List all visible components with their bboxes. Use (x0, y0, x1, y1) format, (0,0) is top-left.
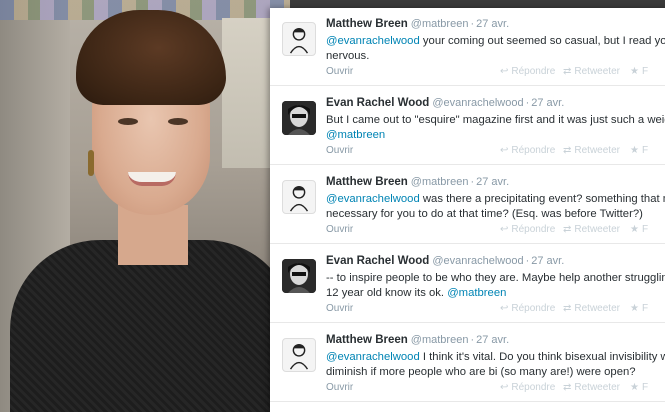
author-handle[interactable]: @evanrachelwood (432, 255, 523, 267)
tweet-timestamp[interactable]: 27 avr. (531, 255, 564, 267)
tweet-text-line: nervous. (326, 50, 370, 62)
twitter-conversation-panel: Matthew Breen @matbreen · 27 avr. @evanrach… (270, 8, 665, 412)
tweet-timestamp[interactable]: 27 avr. (476, 176, 509, 188)
retweet-button[interactable]: ⇄ Retweeter (563, 224, 620, 235)
author-handle[interactable]: @matbreen (411, 176, 469, 188)
tweet-header: Matthew Breen @matbreen · 27 avr. (326, 18, 510, 30)
tweet-item[interactable]: Matthew Breen @matbreen · 27 avr. @evanrach… (270, 324, 665, 402)
tweet-text-line: diminish if more people who are bi (so m… (326, 366, 636, 378)
retweet-icon: ⇄ (563, 66, 572, 77)
open-tweet-link[interactable]: Ouvrir (326, 145, 353, 156)
tweet-timestamp[interactable]: 27 avr. (476, 18, 509, 30)
reply-button[interactable]: ↩ Répondre (500, 382, 555, 393)
tweet-item[interactable]: Matthew Breen @matbreen · 27 avr. @evanrach… (270, 166, 665, 244)
favorite-button[interactable]: ★ F (630, 66, 648, 77)
tweet-actions: Ouvrir ↩ Répondre ⇄ Retweeter ★ F (270, 145, 665, 159)
open-tweet-link[interactable]: Ouvrir (326, 382, 353, 393)
tweet-text: @evanrachelwood I think it's vital. Do y… (326, 350, 665, 380)
reply-icon: ↩ (500, 145, 509, 156)
tweet-text: But I came out to "esquire" magazine fir… (326, 113, 665, 143)
tweet-timestamp[interactable]: 27 avr. (531, 97, 564, 109)
tweet-text: -- to inspire people to be who they are.… (326, 271, 665, 301)
tweet-text-line: But I came out to "esquire" magazine fir… (326, 114, 665, 126)
favorite-button[interactable]: ★ F (630, 145, 648, 156)
sketch-man-avatar[interactable] (282, 338, 316, 372)
tweet-text-line: was there a precipitating event? somethi… (419, 193, 665, 205)
retweet-icon: ⇄ (563, 303, 572, 314)
reply-button[interactable]: ↩ Répondre (500, 66, 555, 77)
star-icon: ★ (630, 382, 639, 393)
tweet-actions: Ouvrir ↩ Répondre ⇄ Retweeter ★ F (270, 224, 665, 238)
author-name[interactable]: Matthew Breen (326, 334, 408, 346)
reply-button[interactable]: ↩ Répondre (500, 303, 555, 314)
tweet-text-line: necessary for you to do at that time? (E… (326, 208, 643, 220)
tweet-header: Evan Rachel Wood @evanrachelwood · 27 avr. (326, 255, 565, 267)
favorite-button[interactable]: ★ F (630, 303, 648, 314)
author-name[interactable]: Evan Rachel Wood (326, 255, 429, 267)
reply-icon: ↩ (500, 382, 509, 393)
open-tweet-link[interactable]: Ouvrir (326, 303, 353, 314)
retweet-icon: ⇄ (563, 382, 572, 393)
reply-icon: ↩ (500, 224, 509, 235)
sketch-man-avatar[interactable] (282, 22, 316, 56)
favorite-button[interactable]: ★ F (630, 224, 648, 235)
mention-link[interactable]: @evanrachelwood (326, 35, 420, 47)
smile (128, 172, 176, 186)
star-icon: ★ (630, 145, 639, 156)
open-tweet-link[interactable]: Ouvrir (326, 66, 353, 77)
reply-icon: ↩ (500, 66, 509, 77)
retweet-button[interactable]: ⇄ Retweeter (563, 145, 620, 156)
tweet-text-line: your coming out seemed so casual, but I … (419, 35, 665, 47)
bw-portrait-avatar[interactable] (282, 101, 316, 135)
retweet-button[interactable]: ⇄ Retweeter (563, 303, 620, 314)
tweet-text-line: 12 year old know its ok. (326, 287, 448, 299)
tweet-text-line: I think it's vital. Do you think bisexua… (419, 351, 665, 363)
tweet-text-line: -- to inspire people to be who they are.… (326, 272, 665, 284)
mention-link[interactable]: @matbreen (447, 287, 506, 299)
sketch-man-avatar[interactable] (282, 180, 316, 214)
reply-button[interactable]: ↩ Répondre (500, 145, 555, 156)
author-handle[interactable]: @matbreen (411, 334, 469, 346)
open-tweet-link[interactable]: Ouvrir (326, 224, 353, 235)
author-handle[interactable]: @matbreen (411, 18, 469, 30)
tweet-actions: Ouvrir ↩ Répondre ⇄ Retweeter ★ F (270, 303, 665, 317)
tweet-text: @evanrachelwood was there a precipitatin… (326, 192, 665, 222)
tweet-timestamp[interactable]: 27 avr. (476, 334, 509, 346)
reply-button[interactable]: ↩ Répondre (500, 224, 555, 235)
mention-link[interactable]: @matbreen (326, 129, 385, 141)
mention-link[interactable]: @evanrachelwood (326, 193, 420, 205)
tweet-header: Evan Rachel Wood @evanrachelwood · 27 avr. (326, 97, 565, 109)
author-name[interactable]: Matthew Breen (326, 18, 408, 30)
bw-portrait-avatar[interactable] (282, 259, 316, 293)
star-icon: ★ (630, 303, 639, 314)
reply-icon: ↩ (500, 303, 509, 314)
retweet-button[interactable]: ⇄ Retweeter (563, 66, 620, 77)
earring (88, 150, 94, 176)
black-top (10, 240, 290, 412)
tweet-text: @evanrachelwood your coming out seemed s… (326, 34, 665, 64)
tweet-item[interactable]: Evan Rachel Wood @evanrachelwood · 27 avr. … (270, 245, 665, 323)
hair (76, 10, 226, 105)
author-handle[interactable]: @evanrachelwood (432, 97, 523, 109)
tweet-item[interactable]: Evan Rachel Wood @evanrachelwood · 27 avr. … (270, 87, 665, 165)
tweet-header: Matthew Breen @matbreen · 27 avr. (326, 334, 510, 346)
star-icon: ★ (630, 66, 639, 77)
retweet-icon: ⇄ (563, 224, 572, 235)
right-eye (168, 118, 188, 125)
tweet-actions: Ouvrir ↩ Répondre ⇄ Retweeter ★ F (270, 382, 665, 396)
tweet-actions: Ouvrir ↩ Répondre ⇄ Retweeter ★ F (270, 66, 665, 80)
retweet-icon: ⇄ (563, 145, 572, 156)
tweet-item[interactable]: Matthew Breen @matbreen · 27 avr. @evanrach… (270, 8, 665, 86)
author-name[interactable]: Evan Rachel Wood (326, 97, 429, 109)
video-still (0, 0, 290, 412)
favorite-button[interactable]: ★ F (630, 382, 648, 393)
tweet-header: Matthew Breen @matbreen · 27 avr. (326, 176, 510, 188)
mention-link[interactable]: @evanrachelwood (326, 351, 420, 363)
star-icon: ★ (630, 224, 639, 235)
retweet-button[interactable]: ⇄ Retweeter (563, 382, 620, 393)
author-name[interactable]: Matthew Breen (326, 176, 408, 188)
left-eye (118, 118, 138, 125)
